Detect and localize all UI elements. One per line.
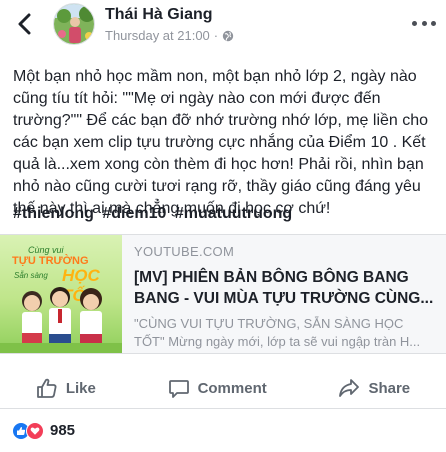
thumbnail-children-illustration bbox=[0, 287, 122, 353]
author-name[interactable]: Thái Hà Giang bbox=[105, 6, 213, 24]
post-actions: Like Comment Share bbox=[0, 368, 446, 408]
comment-label: Comment bbox=[197, 379, 267, 397]
hashtag-muatuutruong[interactable]: #muatuutruong bbox=[175, 205, 292, 222]
love-icon bbox=[26, 421, 44, 440]
reaction-count: 985 bbox=[50, 422, 76, 439]
share-icon bbox=[339, 379, 360, 397]
like-button[interactable]: Like bbox=[36, 377, 96, 399]
post-text: Một bạn nhỏ học mầm non, một bạn nhỏ lớp… bbox=[13, 68, 429, 217]
link-domain: YOUTUBE.COM bbox=[134, 244, 235, 259]
meta-separator: · bbox=[213, 28, 219, 43]
globe-icon bbox=[222, 30, 234, 42]
share-label: Share bbox=[368, 379, 411, 397]
comment-button[interactable]: Comment bbox=[168, 377, 267, 399]
share-button[interactable]: Share bbox=[338, 377, 410, 399]
post-meta: Thursday at 21:00 · bbox=[105, 28, 234, 43]
post-timestamp[interactable]: Thursday at 21:00 bbox=[105, 28, 210, 43]
like-label: Like bbox=[65, 379, 96, 397]
reaction-icons bbox=[12, 421, 44, 440]
hashtag-thienlong[interactable]: #thienlong bbox=[13, 205, 94, 222]
link-title[interactable]: [MV] PHIÊN BẢN BÔNG BÔNG BANG BANG - VUI… bbox=[134, 267, 434, 309]
comment-icon bbox=[168, 380, 189, 398]
thumbs-up-icon bbox=[36, 378, 57, 398]
hashtag-diem10[interactable]: #diem10 bbox=[102, 205, 166, 222]
post-header: Thái Hà Giang Thursday at 21:00 · bbox=[0, 0, 446, 56]
reactions-bar[interactable]: 985 bbox=[0, 408, 446, 452]
avatar[interactable] bbox=[53, 3, 95, 45]
link-card-body: YOUTUBE.COM [MV] PHIÊN BẢN BÔNG BÔNG BAN… bbox=[122, 235, 446, 353]
link-description: "CÙNG VUI TỰU TRƯỜNG, SẴN SÀNG HỌC TỐT" … bbox=[134, 316, 421, 349]
more-icon[interactable] bbox=[412, 16, 436, 30]
link-preview-card[interactable]: Cùng vui TỰU TRƯỜNG Sẵn sàng HỌC TỐT YOU… bbox=[0, 234, 446, 354]
hashtags: #thienlong #diem10 #muatuutruong bbox=[13, 203, 296, 225]
back-chevron-icon[interactable] bbox=[12, 10, 36, 38]
video-thumbnail[interactable]: Cùng vui TỰU TRƯỜNG Sẵn sàng HỌC TỐT bbox=[0, 235, 122, 353]
